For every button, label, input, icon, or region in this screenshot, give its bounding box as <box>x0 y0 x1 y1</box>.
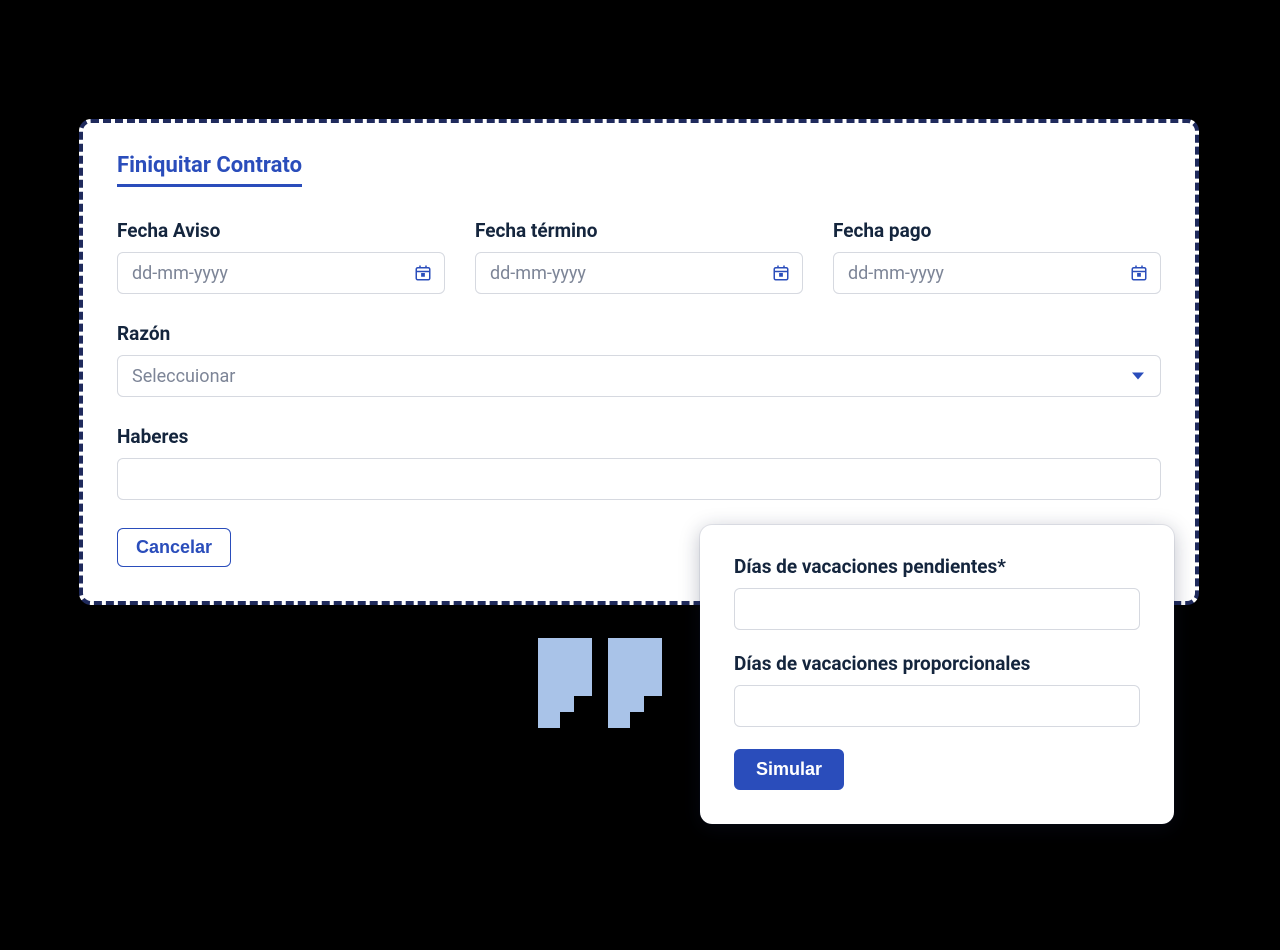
razon-placeholder: Seleccuionar <box>132 366 235 387</box>
fecha-termino-input[interactable]: dd-mm-yyyy <box>475 252 803 294</box>
calendar-icon <box>772 264 790 282</box>
vacaciones-pendientes-input[interactable] <box>734 588 1140 630</box>
vacaciones-proporcionales-label: Días de vacaciones proporcionales <box>734 652 1140 675</box>
date-fields-row: Fecha Aviso dd-mm-yyyy Fecha término dd-… <box>117 219 1161 294</box>
haberes-input[interactable] <box>117 458 1161 500</box>
fecha-pago-placeholder: dd-mm-yyyy <box>848 263 944 284</box>
calendar-icon <box>414 264 432 282</box>
fecha-termino-placeholder: dd-mm-yyyy <box>490 263 586 284</box>
fecha-termino-group: Fecha término dd-mm-yyyy <box>475 219 803 294</box>
chevron-down-icon <box>1132 373 1144 380</box>
cancel-button[interactable]: Cancelar <box>117 528 231 567</box>
fecha-pago-input[interactable]: dd-mm-yyyy <box>833 252 1161 294</box>
razon-label: Razón <box>117 322 1161 345</box>
vacaciones-proporcionales-input[interactable] <box>734 685 1140 727</box>
fecha-aviso-input[interactable]: dd-mm-yyyy <box>117 252 445 294</box>
haberes-group: Haberes <box>117 425 1161 500</box>
razon-group: Razón Seleccuionar <box>117 322 1161 397</box>
calendar-icon <box>1130 264 1148 282</box>
haberes-label: Haberes <box>117 425 1161 448</box>
fecha-pago-label: Fecha pago <box>833 219 1161 242</box>
vacaciones-popup: Días de vacaciones pendientes* Días de v… <box>700 525 1174 824</box>
fecha-aviso-placeholder: dd-mm-yyyy <box>132 263 228 284</box>
card-title: Finiquitar Contrato <box>117 153 302 187</box>
fecha-aviso-group: Fecha Aviso dd-mm-yyyy <box>117 219 445 294</box>
vacaciones-pendientes-label: Días de vacaciones pendientes* <box>734 555 1140 578</box>
quote-decoration-icon <box>530 638 670 748</box>
razon-select[interactable]: Seleccuionar <box>117 355 1161 397</box>
fecha-termino-label: Fecha término <box>475 219 803 242</box>
vacaciones-proporcionales-group: Días de vacaciones proporcionales <box>734 652 1140 727</box>
fecha-pago-group: Fecha pago dd-mm-yyyy <box>833 219 1161 294</box>
fecha-aviso-label: Fecha Aviso <box>117 219 445 242</box>
vacaciones-pendientes-group: Días de vacaciones pendientes* <box>734 555 1140 630</box>
simulate-button[interactable]: Simular <box>734 749 844 790</box>
